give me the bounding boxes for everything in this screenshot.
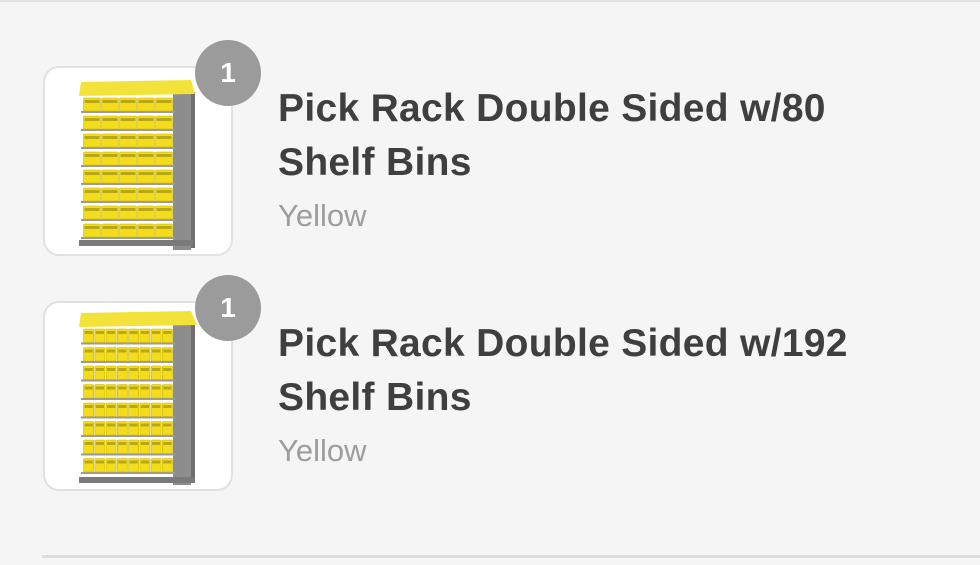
order-item[interactable]: 1 Pick Rack Double Sided w/192 Shelf Bin… (0, 275, 980, 505)
product-variant: Yellow (278, 433, 367, 468)
product-title[interactable]: Pick Rack Double Sided w/80 Shelf Bins (278, 82, 918, 190)
order-item-list: 1 Pick Rack Double Sided w/80 Shelf Bins… (0, 0, 980, 565)
product-title[interactable]: Pick Rack Double Sided w/192 Shelf Bins (278, 317, 918, 425)
quantity-badge: 1 (195, 275, 261, 341)
order-item[interactable]: 1 Pick Rack Double Sided w/80 Shelf Bins… (0, 40, 980, 270)
bottom-divider (42, 555, 980, 558)
product-variant: Yellow (278, 198, 367, 233)
quantity-badge: 1 (195, 40, 261, 106)
